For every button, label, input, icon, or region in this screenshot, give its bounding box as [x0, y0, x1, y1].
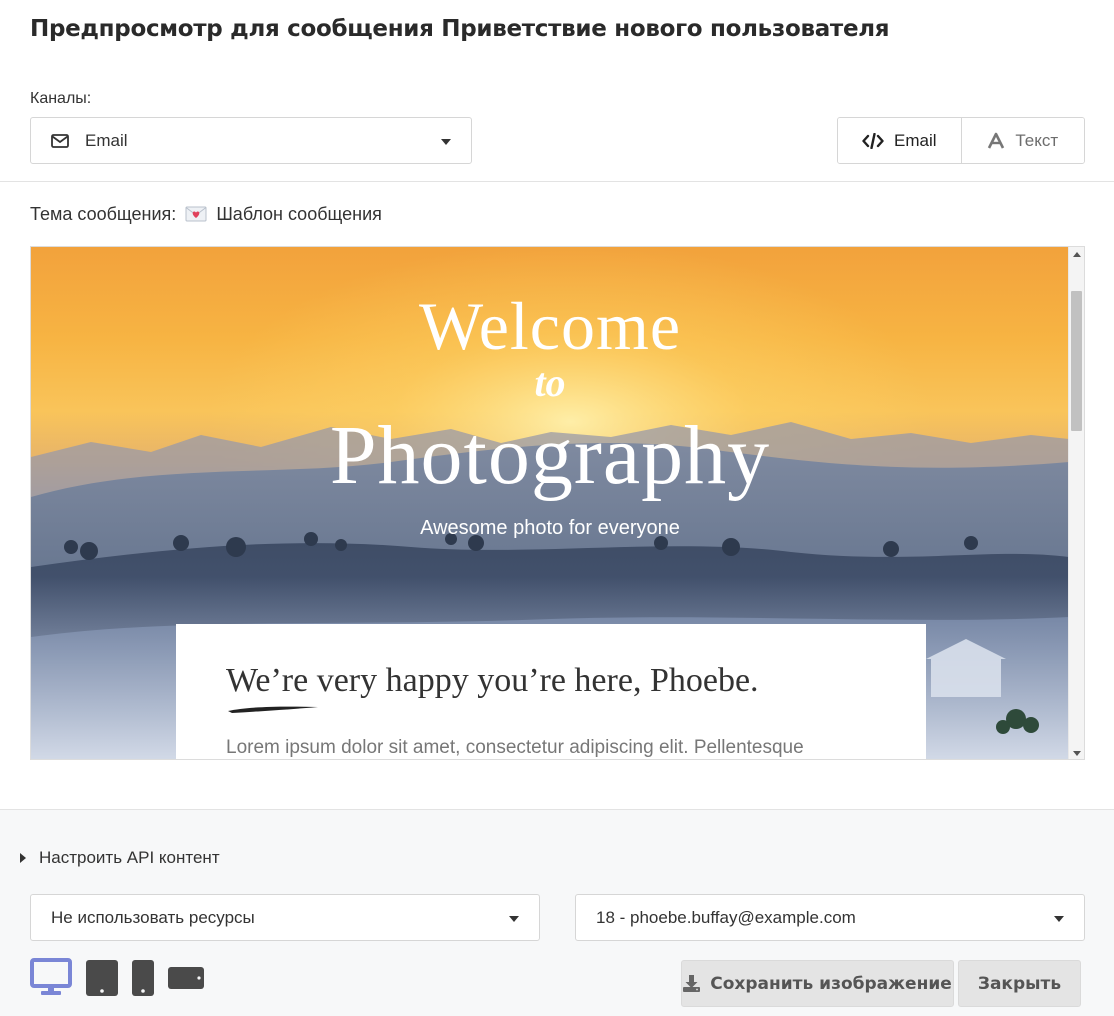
- divider: [0, 181, 1114, 182]
- font-icon: [988, 132, 1005, 149]
- chevron-down-icon: [441, 138, 451, 145]
- footer-panel: Настроить API контент Не использовать ре…: [0, 809, 1114, 1016]
- subject-label: Тема сообщения:: [30, 204, 177, 224]
- text-view-label: Текст: [1015, 130, 1059, 150]
- mobile-icon[interactable]: [132, 960, 154, 996]
- hero-banner: Welcome to Photography Awesome photo for…: [31, 247, 1069, 759]
- desktop-icon[interactable]: [30, 958, 72, 996]
- save-image-label: Сохранить изображение: [710, 973, 952, 994]
- email-preview-frame[interactable]: Welcome to Photography Awesome photo for…: [30, 246, 1085, 760]
- channel-select-value: Email: [85, 130, 128, 150]
- resources-select-value: Не использовать ресурсы: [51, 907, 255, 927]
- page-title: Предпросмотр для сообщения Приветствие н…: [30, 16, 890, 42]
- card-heading: We’re very happy you’re here, Phoebe.: [226, 662, 759, 699]
- download-icon: [683, 975, 701, 992]
- subject-line: Тема сообщения: Шаблон сообщения: [30, 204, 382, 225]
- caret-right-icon: [20, 853, 26, 863]
- card-body-text: Lorem ipsum dolor sit amet, consectetur …: [226, 737, 804, 758]
- tablet-icon[interactable]: [86, 960, 118, 996]
- hero-to-text: to: [534, 360, 566, 405]
- view-toggle: Email Текст: [837, 117, 1085, 164]
- hero-subtitle: Awesome photo for everyone: [420, 517, 680, 539]
- email-view-button[interactable]: Email: [838, 118, 961, 163]
- preview-scrollbar[interactable]: [1068, 247, 1084, 759]
- resources-select[interactable]: Не использовать ресурсы: [30, 894, 540, 941]
- save-image-button[interactable]: Сохранить изображение: [681, 960, 954, 1007]
- chevron-down-icon: [509, 915, 519, 922]
- scroll-down-arrow[interactable]: [1073, 751, 1081, 756]
- code-icon: [862, 132, 884, 149]
- channel-select[interactable]: Email: [30, 117, 472, 164]
- device-switcher: [30, 958, 218, 996]
- text-view-button[interactable]: Текст: [960, 118, 1084, 163]
- chevron-down-icon: [1054, 915, 1064, 922]
- close-button[interactable]: Закрыть: [958, 960, 1081, 1007]
- landscape-mobile-icon[interactable]: [168, 967, 204, 989]
- api-content-toggle[interactable]: Настроить API контент: [20, 848, 220, 868]
- scroll-thumb[interactable]: [1071, 291, 1082, 431]
- hero-title: Photography: [329, 409, 771, 502]
- user-select[interactable]: 18 - phoebe.buffay@example.com: [575, 894, 1085, 941]
- subject-value: Шаблон сообщения: [216, 204, 382, 224]
- user-select-value: 18 - phoebe.buffay@example.com: [596, 907, 856, 927]
- brush-underline: [228, 706, 318, 713]
- love-letter-icon: [185, 206, 207, 222]
- hero-welcome-text: Welcome: [418, 288, 682, 364]
- envelope-icon: [51, 133, 69, 148]
- api-content-label: Настроить API контент: [39, 848, 220, 867]
- scroll-up-arrow[interactable]: [1073, 252, 1081, 257]
- email-content-card: We’re very happy you’re here, Phoebe. Lo…: [176, 624, 926, 759]
- channels-label: Каналы:: [30, 90, 92, 107]
- email-view-label: Email: [893, 130, 937, 150]
